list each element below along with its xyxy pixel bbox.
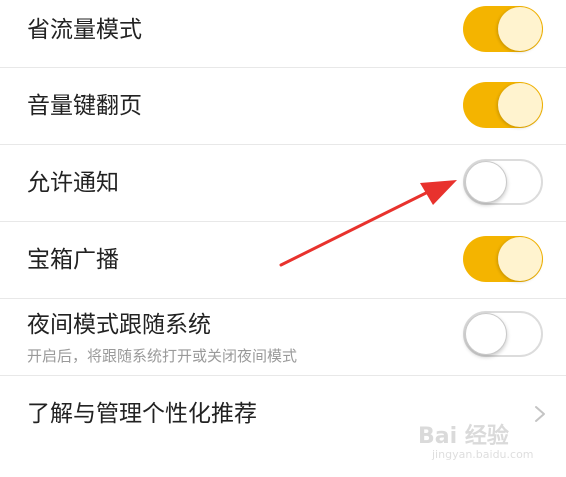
watermark-url: jingyan.baidu.com [432, 448, 534, 461]
red-arrow-annotation [279, 180, 457, 267]
watermark: Bai 经验 jingyan.baidu.com [418, 408, 563, 468]
watermark-text: Bai 经验 [418, 424, 509, 449]
